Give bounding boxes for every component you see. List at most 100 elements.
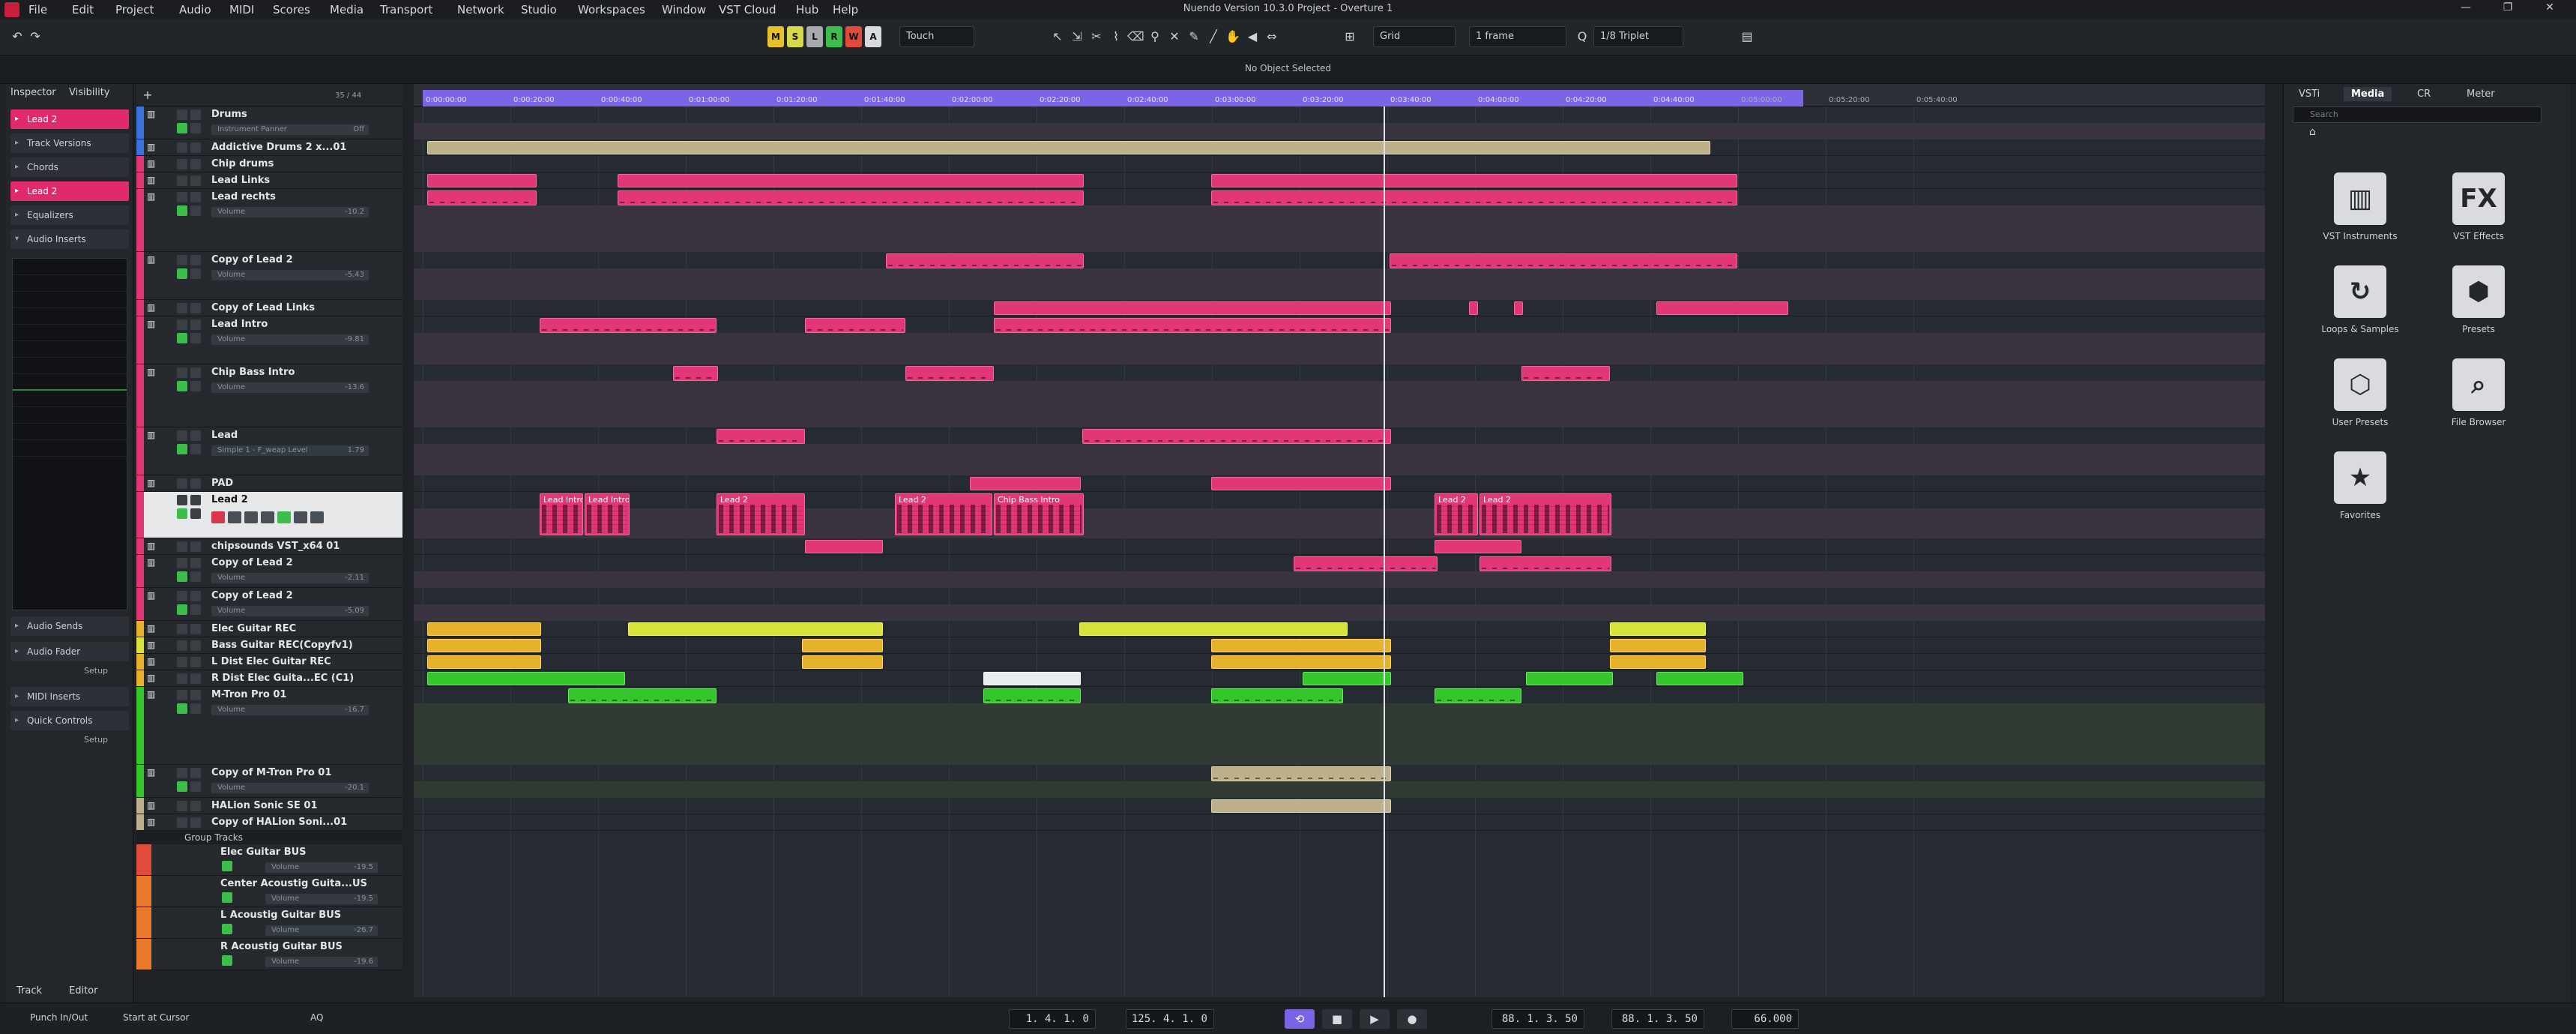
solo-button[interactable] xyxy=(190,624,201,634)
record-button[interactable]: ● xyxy=(1397,1009,1427,1029)
insert-slot[interactable] xyxy=(13,341,127,358)
solo-button[interactable] xyxy=(190,159,201,169)
midi-event[interactable] xyxy=(1211,688,1343,703)
track-row[interactable]: ▥ Copy of HALion Soni...01 xyxy=(136,814,402,831)
solo-button[interactable] xyxy=(190,430,201,441)
automation-parameter[interactable]: Volume -19.5 xyxy=(265,862,378,873)
midi-event[interactable] xyxy=(886,253,1084,268)
automation-lane[interactable] xyxy=(414,703,2265,765)
midi-event[interactable] xyxy=(427,639,541,652)
media-tile-fx[interactable]: FX VST Effects xyxy=(2419,172,2539,255)
automation-parameter[interactable]: Volume -19.5 xyxy=(265,894,378,904)
insert-slot[interactable] xyxy=(13,259,127,275)
automation-lane[interactable] xyxy=(414,444,2265,475)
midi-event[interactable] xyxy=(983,688,1081,703)
track-row[interactable]: ▥ Lead Intro Volume -9.81 xyxy=(136,316,402,364)
media-tile-presets[interactable]: ⬢ Presets xyxy=(2419,265,2539,348)
midi-event[interactable] xyxy=(427,174,537,187)
automation-parameter[interactable]: Simple 1 - F_weap Level 1.79 xyxy=(211,445,369,456)
solo-button[interactable] xyxy=(190,478,201,489)
track-name[interactable]: Addictive Drums 2 x...01 xyxy=(211,142,346,153)
tab-editor[interactable]: Editor xyxy=(69,985,97,997)
midi-event[interactable] xyxy=(1435,540,1521,553)
left-locator-field[interactable]: 1. 4. 1. 0 xyxy=(1009,1009,1096,1029)
media-tile-piano[interactable]: ▥ VST Instruments xyxy=(2300,172,2420,255)
tempo-field[interactable]: 66.000 xyxy=(1731,1009,1799,1029)
track-name[interactable]: Copy of HALion Soni...01 xyxy=(211,817,347,828)
midi-event[interactable] xyxy=(427,672,625,685)
write-automation-button[interactable] xyxy=(190,381,201,391)
midi-event[interactable] xyxy=(1211,655,1391,669)
mode-button-r[interactable]: R xyxy=(826,26,842,47)
secondary-time-display[interactable]: 88. 1. 3. 50 xyxy=(1611,1009,1704,1029)
automation-parameter[interactable]: Volume -9.81 xyxy=(211,334,369,345)
setup-label[interactable]: Setup xyxy=(84,735,108,745)
snap-icon[interactable]: ⊞ xyxy=(1342,26,1358,47)
solo-button[interactable] xyxy=(190,640,201,651)
mode-button-a[interactable]: A xyxy=(865,26,881,47)
track-name[interactable]: Lead xyxy=(211,430,238,441)
mute-button[interactable] xyxy=(177,673,187,684)
media-tile-user-presets[interactable]: ⬡ User Presets xyxy=(2300,358,2420,441)
midi-event[interactable] xyxy=(427,190,537,205)
start-mode-select[interactable]: Start at Cursor xyxy=(123,1012,189,1023)
track-name[interactable]: Lead 2 xyxy=(211,494,248,505)
mute-button[interactable] xyxy=(177,495,187,505)
read-automation-button[interactable] xyxy=(177,508,187,519)
read-automation-button[interactable] xyxy=(177,333,187,343)
midi-event[interactable] xyxy=(1211,639,1391,652)
track-row[interactable]: ▥ Bass Guitar REC(Copyfv1) xyxy=(136,637,402,654)
inspector-section-quick-controls[interactable]: ▸ Quick Controls xyxy=(10,711,129,730)
automation-parameter[interactable]: Volume -20.1 xyxy=(211,783,369,793)
chords-button[interactable] xyxy=(310,511,324,523)
mute-button[interactable] xyxy=(177,303,187,313)
track-name[interactable]: R Dist Elec Guita...EC (C1) xyxy=(211,673,354,684)
track-row[interactable]: ▥ Elec Guitar REC xyxy=(136,621,402,637)
mute-button[interactable] xyxy=(177,159,187,169)
track-name[interactable]: R Acoustig Guitar BUS xyxy=(220,941,343,952)
solo-button[interactable] xyxy=(190,541,201,552)
grid-select[interactable]: 1 frame xyxy=(1469,26,1566,47)
media-tile-star[interactable]: ★ Favorites xyxy=(2300,451,2420,534)
solo-button[interactable] xyxy=(190,175,201,186)
track-row[interactable]: ▥ Copy of M-Tron Pro 01 Volume -20.1 xyxy=(136,765,402,798)
automation-lane[interactable] xyxy=(414,123,2265,139)
track-name[interactable]: Chip drums xyxy=(211,158,274,169)
write-automation-button[interactable] xyxy=(190,604,201,615)
lanes-button[interactable] xyxy=(294,511,307,523)
read-automation-button[interactable] xyxy=(177,123,187,133)
mute-button[interactable] xyxy=(177,142,187,153)
automation-parameter[interactable]: Volume -13.6 xyxy=(211,382,369,393)
track-name[interactable]: chipsounds VST_x64 01 xyxy=(211,541,340,552)
insert-slot[interactable] xyxy=(13,325,127,341)
solo-button[interactable] xyxy=(190,558,201,568)
midi-event[interactable] xyxy=(805,540,883,553)
mute-button[interactable] xyxy=(177,768,187,778)
track-row[interactable]: ▥ Addictive Drums 2 x...01 xyxy=(136,139,402,156)
midi-event[interactable] xyxy=(427,622,541,636)
play-tool-icon[interactable]: ◀ xyxy=(1244,26,1261,47)
monitor-button[interactable] xyxy=(228,511,241,523)
read-automation-button[interactable] xyxy=(177,205,187,216)
read-automation-button[interactable] xyxy=(177,571,187,582)
inspector-section-chords[interactable]: ▸ Chords xyxy=(10,157,129,177)
mode-button-l[interactable]: L xyxy=(806,26,823,47)
mode-button-w[interactable]: W xyxy=(845,26,862,47)
inspector-section-audio-fader[interactable]: ▸ Audio Fader xyxy=(10,642,129,661)
home-icon[interactable]: ⌂ xyxy=(2309,126,2316,138)
quantize-select[interactable]: 1/8 Triplet xyxy=(1593,26,1683,47)
track-row[interactable]: ▥ Lead Links xyxy=(136,172,402,189)
inspector-track-header[interactable]: ▸ Lead 2 xyxy=(10,109,129,129)
track-lane[interactable] xyxy=(414,814,2265,831)
midi-event[interactable] xyxy=(1294,556,1438,571)
automation-parameter[interactable]: Volume -2.11 xyxy=(211,573,369,583)
mode-button-s[interactable]: S xyxy=(787,26,803,47)
track-name[interactable]: Copy of Lead 2 xyxy=(211,590,293,601)
solo-button[interactable] xyxy=(190,690,201,700)
snap-type-select[interactable]: Grid xyxy=(1373,26,1456,47)
automation-parameter[interactable]: Volume -26.7 xyxy=(265,925,378,936)
solo-button[interactable] xyxy=(190,142,201,153)
track-name[interactable]: M-Tron Pro 01 xyxy=(211,689,286,700)
solo-button[interactable] xyxy=(190,303,201,313)
midi-event[interactable] xyxy=(1211,190,1737,205)
